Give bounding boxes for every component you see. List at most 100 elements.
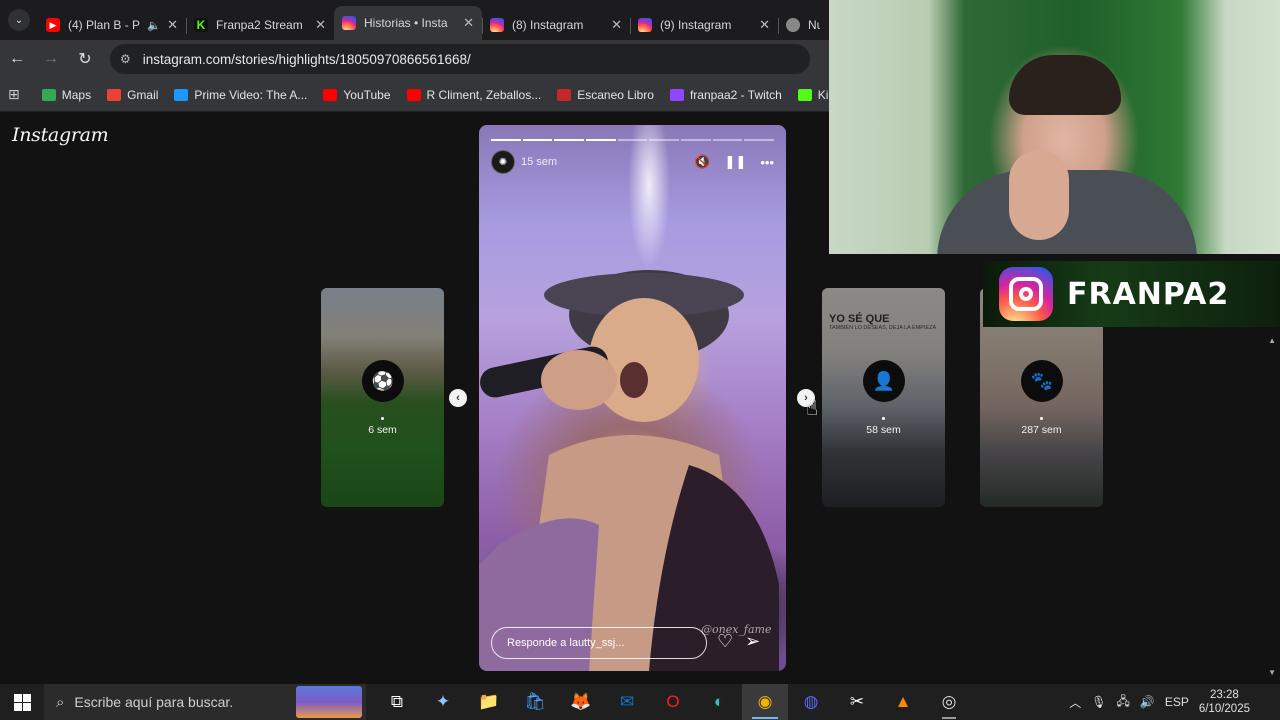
- progress-segment: [491, 139, 521, 141]
- scroll-down-icon[interactable]: ▼: [1268, 668, 1276, 677]
- paw-icon: 🐾: [1021, 360, 1063, 402]
- pause-icon[interactable]: ❚❚: [725, 154, 747, 170]
- youtube-icon: [323, 88, 338, 101]
- firefox-icon[interactable]: 🦊: [558, 684, 604, 720]
- task-view-icon[interactable]: ⧉: [374, 684, 420, 720]
- progress-segment: [649, 139, 680, 141]
- bookmark-label: R Climent, Zeballos...: [426, 87, 542, 102]
- clock-date: 6/10/2025: [1198, 703, 1250, 715]
- scroll-up-icon[interactable]: ▲: [1268, 336, 1276, 345]
- heart-icon[interactable]: ♡: [717, 631, 733, 652]
- instagram-logo-icon: [999, 267, 1053, 321]
- opera-icon[interactable]: O: [650, 684, 696, 720]
- volume-icon[interactable]: 🔊: [1140, 695, 1155, 709]
- progress-segment: [554, 139, 585, 141]
- microsoft-store-icon[interactable]: 🛍: [512, 684, 558, 720]
- close-icon[interactable]: ✕: [611, 17, 622, 33]
- file-explorer-icon[interactable]: 📁: [466, 684, 512, 720]
- bookmark-item[interactable]: Maps: [41, 88, 91, 102]
- bookmark-label: franpaa2 - Twitch: [689, 87, 782, 102]
- tab-2[interactable]: Historias • Insta ✕: [334, 6, 482, 40]
- story-progress: [491, 139, 775, 141]
- bookmark-item[interactable]: franpaa2 - Twitch: [669, 87, 782, 102]
- address-bar: ← → ↻ ⚙ instagram.com/stories/highlights…: [0, 40, 829, 78]
- bookmark-item[interactable]: Escaneo Libro: [557, 88, 654, 102]
- tab-5[interactable]: Nue: [778, 10, 828, 40]
- bookmark-item[interactable]: R Climent, Zeballos...: [406, 87, 542, 102]
- screen: ⌄ ▶ (4) Plan B - P 🔈 ✕ K Franpa2 Stream ✕ Histo…: [0, 0, 1280, 720]
- taskbar: ⌕ Escribe aquí para buscar. ⧉ ✦ 📁 🛍 🦊 ✉ O ◐ ◉ ◍ ✂ ▲…: [0, 684, 1280, 720]
- story-header: ✺ 15 sem 🔇 ❚❚ •••: [491, 150, 774, 174]
- obs-icon[interactable]: ◎: [926, 684, 972, 720]
- previous-story-button[interactable]: ‹: [449, 389, 467, 407]
- clock-time: 23:28: [1210, 689, 1239, 701]
- prime-video-icon: [174, 88, 189, 101]
- bookmark-item[interactable]: Prime Video: The A...: [174, 88, 307, 102]
- progress-segment: [712, 139, 743, 141]
- taskbar-search[interactable]: ⌕ Escribe aquí para buscar.: [44, 684, 366, 720]
- tab-title: Nue: [808, 18, 820, 32]
- outlook-icon[interactable]: ✉: [604, 684, 650, 720]
- story-preview-prev[interactable]: ⚽ 6 sem: [321, 288, 444, 507]
- tab-3[interactable]: (8) Instagram ✕: [482, 10, 630, 40]
- story-age: 58 sem: [866, 424, 901, 436]
- close-icon[interactable]: ✕: [167, 17, 178, 33]
- close-icon[interactable]: ✕: [463, 15, 474, 31]
- story-age: 6 sem: [368, 424, 397, 436]
- tab-strip: ⌄ ▶ (4) Plan B - P 🔈 ✕ K Franpa2 Stream ✕ Histo…: [0, 0, 829, 40]
- discord-icon[interactable]: ◍: [788, 684, 834, 720]
- microphone-icon[interactable]: 🎙: [1091, 695, 1106, 709]
- windows-icon: [13, 693, 31, 711]
- clock[interactable]: 23:28 6/10/2025: [1199, 688, 1250, 716]
- bookmark-item[interactable]: Gmail: [107, 88, 158, 102]
- back-arrow-icon[interactable]: ←: [0, 50, 34, 68]
- site-settings-icon[interactable]: ⚙: [120, 52, 131, 66]
- story-preview-next[interactable]: YO SÉ QUE TAMBIÉN LO DESEAS, DEJA LA EMP…: [822, 288, 945, 507]
- reply-placeholder: Responde a lautty_ssj...: [507, 637, 625, 649]
- language-indicator[interactable]: ESP: [1165, 695, 1189, 709]
- url-text: instagram.com/stories/highlights/1805097…: [142, 51, 471, 67]
- chevron-up-icon[interactable]: ︿: [1069, 694, 1081, 711]
- tab-search-button[interactable]: ⌄: [0, 0, 38, 40]
- close-icon[interactable]: ✕: [759, 17, 770, 33]
- story-viewer[interactable]: ✺ 15 sem 🔇 ❚❚ ••• @onex_fame Responde a …: [479, 125, 786, 671]
- muted-speaker-icon[interactable]: 🔇: [694, 154, 710, 170]
- channel-name: FRANPA2: [1067, 276, 1230, 312]
- progress-segment: [744, 139, 775, 141]
- story-age: 287 sem: [1021, 424, 1062, 436]
- reply-input[interactable]: Responde a lautty_ssj...: [491, 627, 707, 659]
- bookmark-label: Gmail: [127, 87, 159, 102]
- tab-1[interactable]: K Franpa2 Stream ✕: [186, 10, 334, 40]
- more-options-icon[interactable]: •••: [760, 155, 774, 170]
- instagram-logo[interactable]: Instagram: [12, 124, 109, 146]
- instagram-icon: [638, 18, 652, 32]
- avatar[interactable]: ✺: [491, 150, 515, 174]
- tab-0[interactable]: ▶ (4) Plan B - P 🔈 ✕: [38, 10, 186, 40]
- network-icon[interactable]: 🖧: [1116, 692, 1129, 713]
- twitch-icon: [669, 88, 684, 101]
- chrome-icon[interactable]: ◉: [742, 684, 788, 720]
- reload-icon[interactable]: ↻: [68, 49, 102, 69]
- edge-icon[interactable]: ◐: [696, 684, 742, 720]
- send-icon[interactable]: ➢: [745, 631, 760, 652]
- story-image: [479, 270, 779, 671]
- start-button[interactable]: [0, 684, 44, 720]
- search-icon: ⌕: [56, 693, 65, 711]
- url-field[interactable]: ⚙ instagram.com/stories/highlights/18050…: [110, 44, 810, 74]
- chevron-left-icon: ‹: [456, 392, 460, 404]
- capcut-icon[interactable]: ✂: [834, 684, 880, 720]
- forward-arrow-icon[interactable]: →: [34, 50, 68, 68]
- youtube-icon: [406, 88, 421, 101]
- progress-segment: [681, 139, 711, 141]
- youtube-icon: ▶: [46, 18, 60, 32]
- speaker-icon[interactable]: 🔈: [147, 19, 161, 32]
- copilot-icon[interactable]: ✦: [420, 684, 466, 720]
- progress-segment: [522, 139, 553, 141]
- webcam-overlay: [829, 0, 1280, 254]
- maps-icon: [41, 88, 56, 101]
- vlc-icon[interactable]: ▲: [880, 684, 926, 720]
- tab-4[interactable]: (9) Instagram ✕: [630, 10, 778, 40]
- bookmark-item[interactable]: YouTube: [323, 88, 391, 102]
- apps-grid-icon[interactable]: ⊞: [8, 86, 20, 103]
- close-icon[interactable]: ✕: [315, 17, 326, 33]
